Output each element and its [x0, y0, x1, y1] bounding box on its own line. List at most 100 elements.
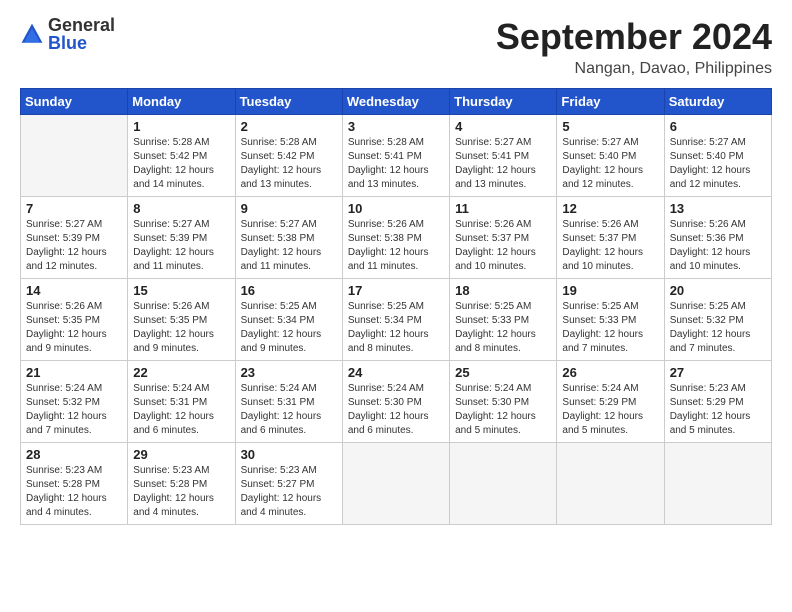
calendar-week-row: 28 Sunrise: 5:23 AM Sunset: 5:28 PM Dayl…: [21, 443, 772, 525]
day-info: Sunrise: 5:23 AM Sunset: 5:28 PM Dayligh…: [26, 464, 122, 520]
table-row: [664, 443, 771, 525]
table-row: 20 Sunrise: 5:25 AM Sunset: 5:32 PM Dayl…: [664, 279, 771, 361]
day-number: 5: [562, 119, 658, 134]
day-info: Sunrise: 5:28 AM Sunset: 5:41 PM Dayligh…: [348, 136, 444, 192]
weekday-header-row: Sunday Monday Tuesday Wednesday Thursday…: [21, 89, 772, 115]
day-number: 17: [348, 283, 444, 298]
day-number: 10: [348, 201, 444, 216]
day-number: 23: [241, 365, 337, 380]
day-number: 7: [26, 201, 122, 216]
table-row: 23 Sunrise: 5:24 AM Sunset: 5:31 PM Dayl…: [235, 361, 342, 443]
day-info: Sunrise: 5:26 AM Sunset: 5:35 PM Dayligh…: [133, 300, 229, 356]
calendar-week-row: 21 Sunrise: 5:24 AM Sunset: 5:32 PM Dayl…: [21, 361, 772, 443]
table-row: 17 Sunrise: 5:25 AM Sunset: 5:34 PM Dayl…: [342, 279, 449, 361]
calendar: Sunday Monday Tuesday Wednesday Thursday…: [20, 88, 772, 525]
day-info: Sunrise: 5:28 AM Sunset: 5:42 PM Dayligh…: [133, 136, 229, 192]
day-info: Sunrise: 5:27 AM Sunset: 5:39 PM Dayligh…: [26, 218, 122, 274]
logo-blue: Blue: [48, 34, 115, 52]
day-number: 2: [241, 119, 337, 134]
table-row: [21, 115, 128, 197]
header: General Blue September 2024 Nangan, Dava…: [20, 16, 772, 78]
day-info: Sunrise: 5:26 AM Sunset: 5:36 PM Dayligh…: [670, 218, 766, 274]
day-info: Sunrise: 5:24 AM Sunset: 5:31 PM Dayligh…: [241, 382, 337, 438]
header-thursday: Thursday: [450, 89, 557, 115]
day-info: Sunrise: 5:25 AM Sunset: 5:34 PM Dayligh…: [348, 300, 444, 356]
logo-icon: [20, 22, 44, 46]
page: General Blue September 2024 Nangan, Dava…: [0, 0, 792, 612]
day-info: Sunrise: 5:26 AM Sunset: 5:37 PM Dayligh…: [562, 218, 658, 274]
table-row: 6 Sunrise: 5:27 AM Sunset: 5:40 PM Dayli…: [664, 115, 771, 197]
day-number: 8: [133, 201, 229, 216]
month-title: September 2024: [496, 16, 772, 58]
table-row: 19 Sunrise: 5:25 AM Sunset: 5:33 PM Dayl…: [557, 279, 664, 361]
logo: General Blue: [20, 16, 115, 52]
table-row: 27 Sunrise: 5:23 AM Sunset: 5:29 PM Dayl…: [664, 361, 771, 443]
day-number: 16: [241, 283, 337, 298]
day-number: 27: [670, 365, 766, 380]
header-sunday: Sunday: [21, 89, 128, 115]
day-number: 15: [133, 283, 229, 298]
day-info: Sunrise: 5:25 AM Sunset: 5:33 PM Dayligh…: [562, 300, 658, 356]
day-info: Sunrise: 5:23 AM Sunset: 5:29 PM Dayligh…: [670, 382, 766, 438]
day-number: 29: [133, 447, 229, 462]
table-row: 26 Sunrise: 5:24 AM Sunset: 5:29 PM Dayl…: [557, 361, 664, 443]
day-number: 26: [562, 365, 658, 380]
table-row: 30 Sunrise: 5:23 AM Sunset: 5:27 PM Dayl…: [235, 443, 342, 525]
day-info: Sunrise: 5:27 AM Sunset: 5:40 PM Dayligh…: [670, 136, 766, 192]
day-info: Sunrise: 5:27 AM Sunset: 5:38 PM Dayligh…: [241, 218, 337, 274]
table-row: 22 Sunrise: 5:24 AM Sunset: 5:31 PM Dayl…: [128, 361, 235, 443]
day-number: 14: [26, 283, 122, 298]
header-saturday: Saturday: [664, 89, 771, 115]
day-info: Sunrise: 5:26 AM Sunset: 5:37 PM Dayligh…: [455, 218, 551, 274]
day-number: 19: [562, 283, 658, 298]
day-number: 28: [26, 447, 122, 462]
day-info: Sunrise: 5:24 AM Sunset: 5:29 PM Dayligh…: [562, 382, 658, 438]
table-row: 11 Sunrise: 5:26 AM Sunset: 5:37 PM Dayl…: [450, 197, 557, 279]
day-number: 12: [562, 201, 658, 216]
day-info: Sunrise: 5:27 AM Sunset: 5:41 PM Dayligh…: [455, 136, 551, 192]
calendar-week-row: 1 Sunrise: 5:28 AM Sunset: 5:42 PM Dayli…: [21, 115, 772, 197]
day-number: 1: [133, 119, 229, 134]
day-info: Sunrise: 5:28 AM Sunset: 5:42 PM Dayligh…: [241, 136, 337, 192]
day-info: Sunrise: 5:24 AM Sunset: 5:32 PM Dayligh…: [26, 382, 122, 438]
day-number: 9: [241, 201, 337, 216]
day-number: 24: [348, 365, 444, 380]
table-row: 28 Sunrise: 5:23 AM Sunset: 5:28 PM Dayl…: [21, 443, 128, 525]
day-number: 6: [670, 119, 766, 134]
title-block: September 2024 Nangan, Davao, Philippine…: [496, 16, 772, 78]
table-row: [342, 443, 449, 525]
day-info: Sunrise: 5:23 AM Sunset: 5:28 PM Dayligh…: [133, 464, 229, 520]
table-row: 13 Sunrise: 5:26 AM Sunset: 5:36 PM Dayl…: [664, 197, 771, 279]
day-number: 3: [348, 119, 444, 134]
table-row: 8 Sunrise: 5:27 AM Sunset: 5:39 PM Dayli…: [128, 197, 235, 279]
table-row: [557, 443, 664, 525]
day-info: Sunrise: 5:27 AM Sunset: 5:39 PM Dayligh…: [133, 218, 229, 274]
table-row: 3 Sunrise: 5:28 AM Sunset: 5:41 PM Dayli…: [342, 115, 449, 197]
day-info: Sunrise: 5:26 AM Sunset: 5:35 PM Dayligh…: [26, 300, 122, 356]
calendar-week-row: 14 Sunrise: 5:26 AM Sunset: 5:35 PM Dayl…: [21, 279, 772, 361]
header-monday: Monday: [128, 89, 235, 115]
table-row: 16 Sunrise: 5:25 AM Sunset: 5:34 PM Dayl…: [235, 279, 342, 361]
day-info: Sunrise: 5:23 AM Sunset: 5:27 PM Dayligh…: [241, 464, 337, 520]
day-number: 30: [241, 447, 337, 462]
day-info: Sunrise: 5:24 AM Sunset: 5:31 PM Dayligh…: [133, 382, 229, 438]
table-row: 14 Sunrise: 5:26 AM Sunset: 5:35 PM Dayl…: [21, 279, 128, 361]
table-row: [450, 443, 557, 525]
day-number: 18: [455, 283, 551, 298]
table-row: 5 Sunrise: 5:27 AM Sunset: 5:40 PM Dayli…: [557, 115, 664, 197]
table-row: 4 Sunrise: 5:27 AM Sunset: 5:41 PM Dayli…: [450, 115, 557, 197]
table-row: 25 Sunrise: 5:24 AM Sunset: 5:30 PM Dayl…: [450, 361, 557, 443]
day-info: Sunrise: 5:25 AM Sunset: 5:34 PM Dayligh…: [241, 300, 337, 356]
day-info: Sunrise: 5:24 AM Sunset: 5:30 PM Dayligh…: [455, 382, 551, 438]
table-row: 10 Sunrise: 5:26 AM Sunset: 5:38 PM Dayl…: [342, 197, 449, 279]
day-number: 4: [455, 119, 551, 134]
day-number: 11: [455, 201, 551, 216]
logo-general: General: [48, 16, 115, 34]
table-row: 15 Sunrise: 5:26 AM Sunset: 5:35 PM Dayl…: [128, 279, 235, 361]
day-info: Sunrise: 5:24 AM Sunset: 5:30 PM Dayligh…: [348, 382, 444, 438]
location-title: Nangan, Davao, Philippines: [496, 60, 772, 78]
day-info: Sunrise: 5:25 AM Sunset: 5:32 PM Dayligh…: [670, 300, 766, 356]
calendar-week-row: 7 Sunrise: 5:27 AM Sunset: 5:39 PM Dayli…: [21, 197, 772, 279]
day-number: 21: [26, 365, 122, 380]
header-wednesday: Wednesday: [342, 89, 449, 115]
